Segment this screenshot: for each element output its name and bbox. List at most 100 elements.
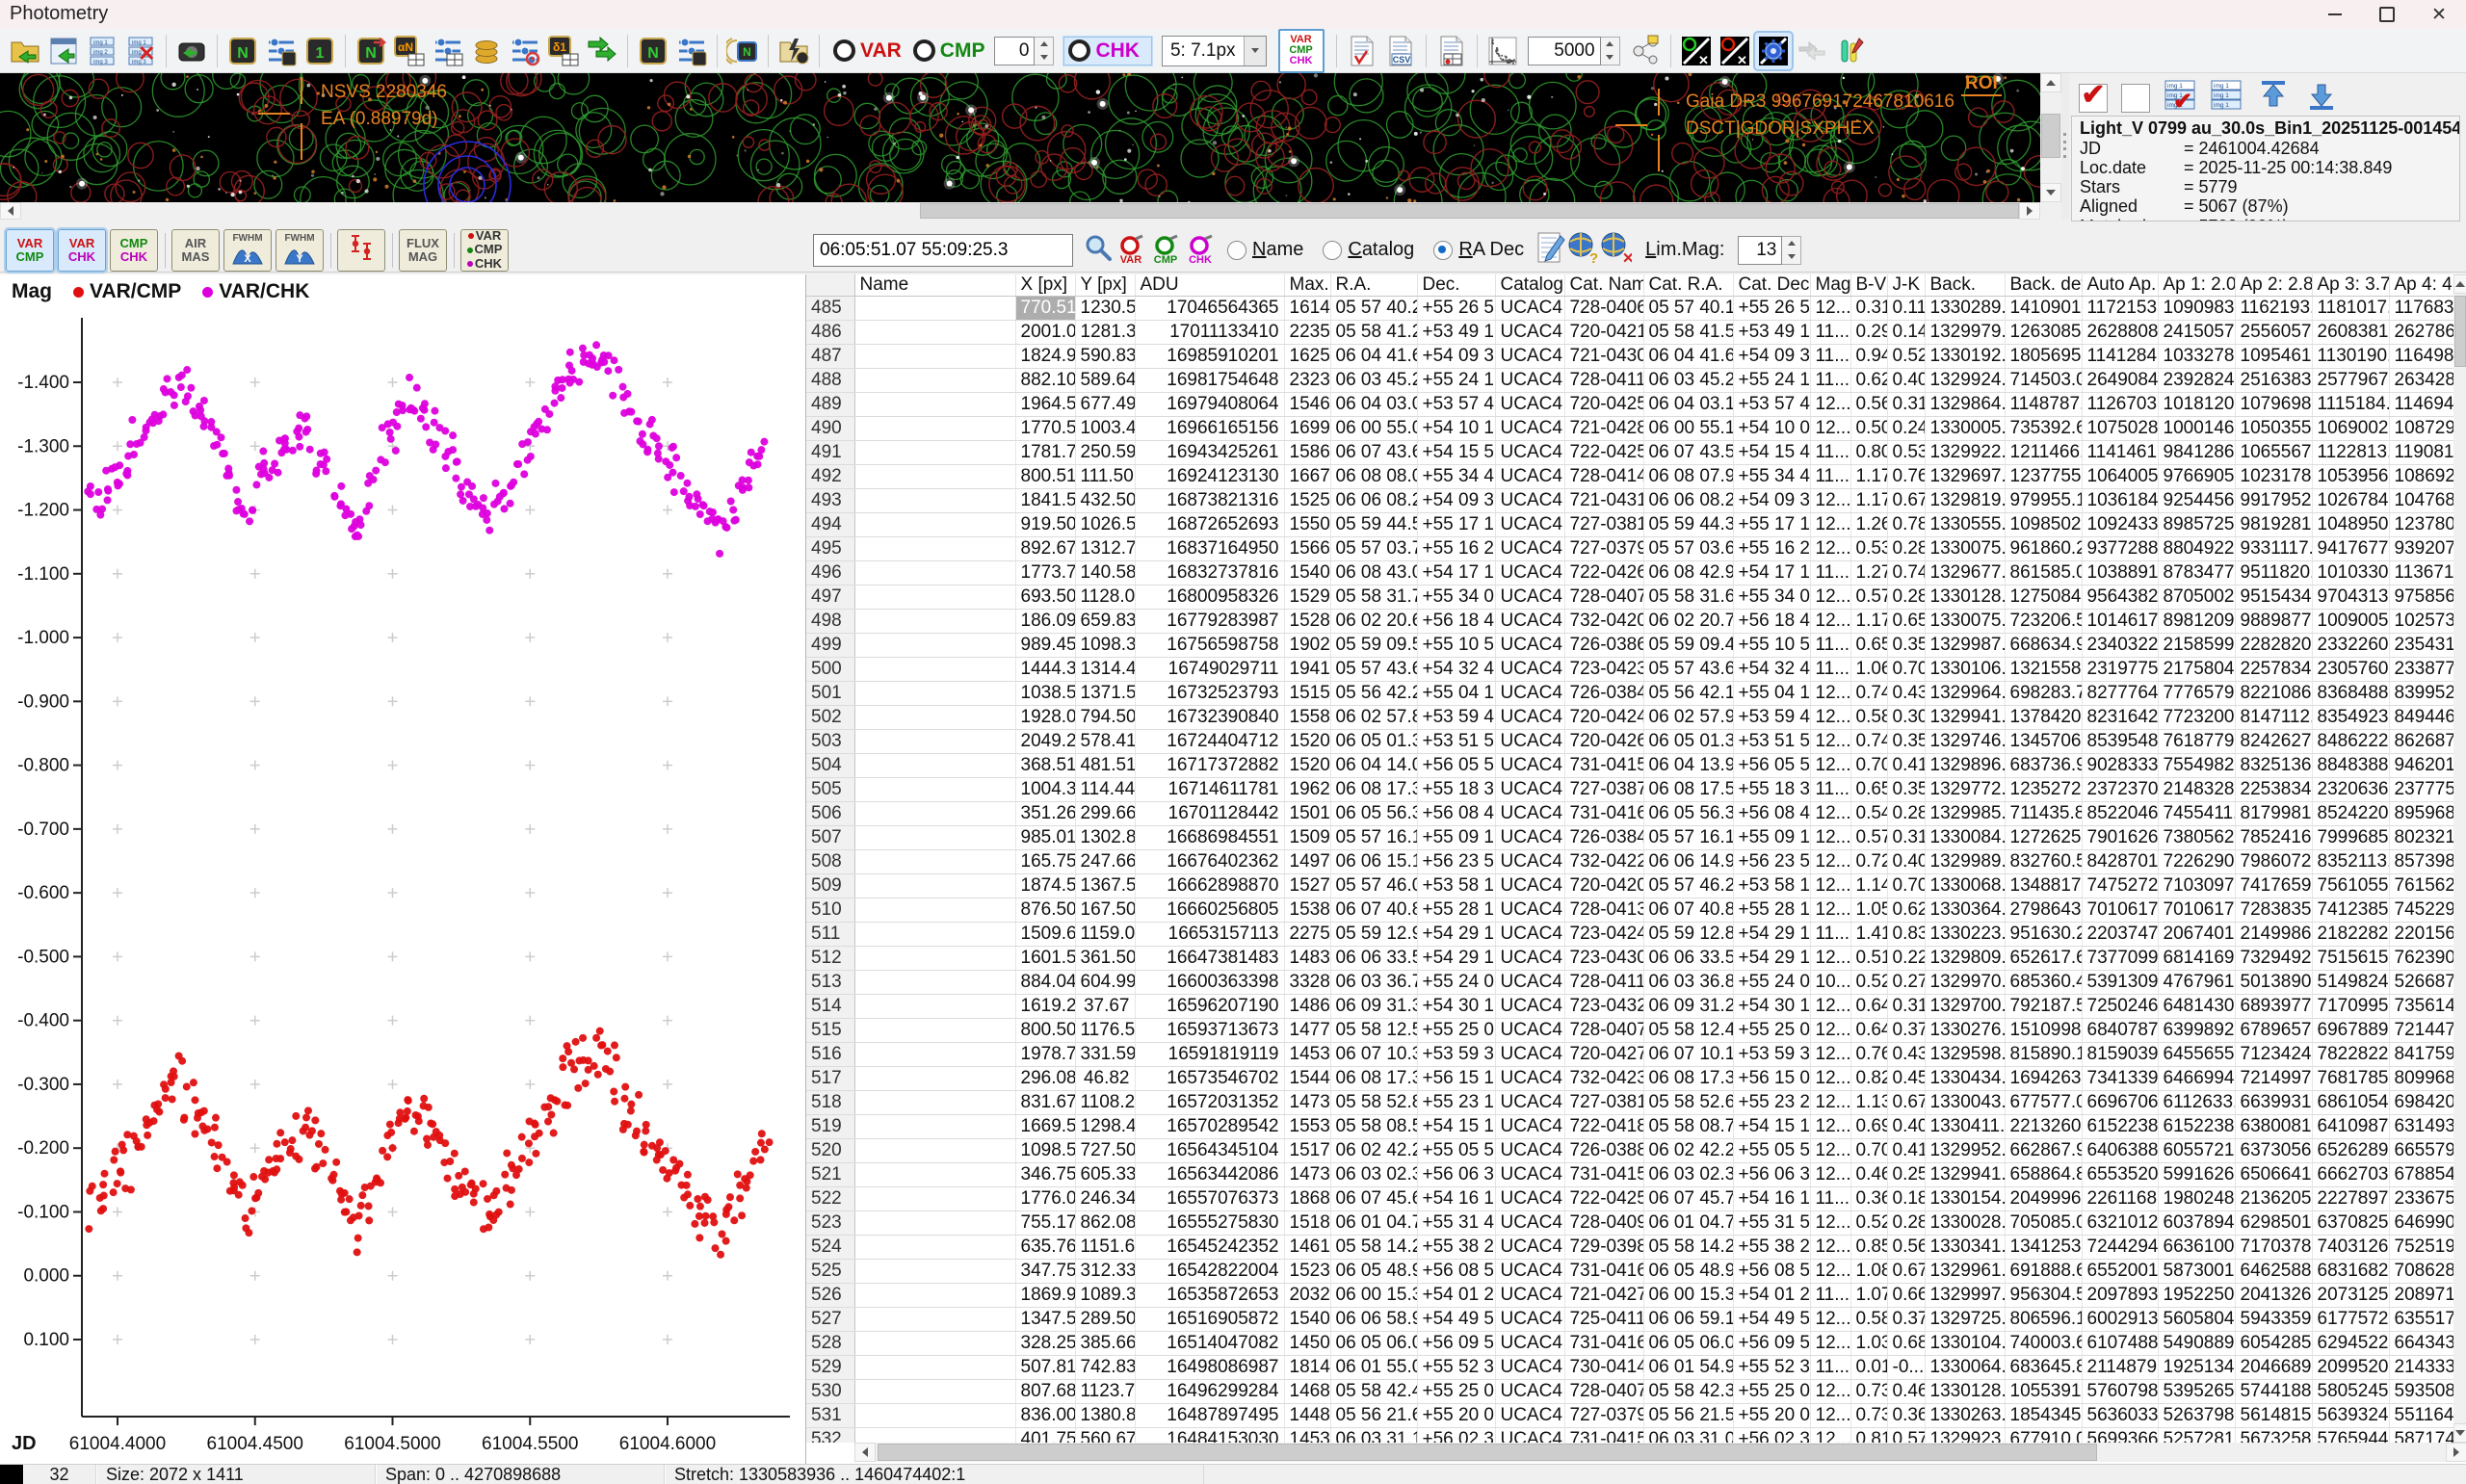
table-cell[interactable]: 7356148...: [2389, 995, 2453, 1019]
move-bottom-icon[interactable]: [2304, 79, 2339, 117]
table-cell[interactable]: 06 01 04.7...: [1643, 1211, 1733, 1236]
table-row[interactable]: 517296.0846.82165735467021544...06 08 17…: [806, 1067, 2453, 1091]
table-cell[interactable]: +53 51 5...: [1417, 730, 1495, 754]
table-cell[interactable]: [854, 1380, 1015, 1404]
table-cell[interactable]: UCAC4: [1495, 1236, 1564, 1260]
table-cell[interactable]: +55 16 2...: [1417, 537, 1495, 561]
table-cell[interactable]: 2175804...: [2158, 658, 2235, 682]
table-cell[interactable]: 727-038782: [1564, 778, 1643, 802]
table-cell[interactable]: 9704313...: [2312, 586, 2389, 610]
table-cell[interactable]: +54 17 1...: [1417, 561, 1495, 586]
table-cell[interactable]: 1018120...: [2158, 393, 2235, 417]
table-cell[interactable]: 723-043211: [1564, 995, 1643, 1019]
table-cell[interactable]: +55 18 3...: [1417, 778, 1495, 802]
table-cell[interactable]: 1123.75: [1075, 1380, 1135, 1404]
table-cell[interactable]: 9462011...: [2389, 754, 2453, 778]
report-csv-button[interactable]: CSV: [1382, 33, 1419, 69]
target-settings-button[interactable]: [507, 33, 543, 69]
table-cell[interactable]: 1329970...: [1925, 971, 2005, 995]
table-cell[interactable]: 1122813...: [2312, 441, 2389, 465]
table-cell[interactable]: +56 15 1...: [1417, 1067, 1495, 1091]
table-cell[interactable]: 7170378...: [2235, 1236, 2312, 1260]
table-cell[interactable]: 06 00 55.0...: [1330, 417, 1417, 441]
table-cell[interactable]: 2041326...: [2235, 1284, 2312, 1308]
table-cell[interactable]: 16662898870: [1135, 874, 1284, 898]
table-cell[interactable]: 0.01: [1850, 1356, 1887, 1380]
table-cell[interactable]: UCAC4: [1495, 995, 1564, 1019]
table-cell[interactable]: +55 04 1...: [1417, 682, 1495, 706]
table-cell[interactable]: 16647381483: [1135, 947, 1284, 971]
table-cell[interactable]: 1329952...: [1925, 1139, 2005, 1163]
table-cell[interactable]: 1329987...: [1925, 634, 2005, 658]
table-vertical-scrollbar[interactable]: [2453, 274, 2466, 1443]
table-cell[interactable]: 06 07 43.6...: [1330, 441, 1417, 465]
table-cell[interactable]: UCAC4: [1495, 1115, 1564, 1139]
table-cell[interactable]: 12....: [1810, 706, 1850, 730]
table-cell[interactable]: 0.11: [1887, 297, 1925, 321]
table-cell[interactable]: +55 17 1...: [1733, 513, 1810, 537]
table-cell[interactable]: 815890.1...: [2005, 1043, 2082, 1067]
table-cell[interactable]: 1172153...: [2082, 297, 2158, 321]
table-cell[interactable]: 0.40: [1887, 369, 1925, 393]
table-cell[interactable]: 2136205...: [2235, 1187, 2312, 1211]
table-cell[interactable]: 726-038601: [1564, 634, 1643, 658]
table-cell[interactable]: 06 00 15.3...: [1643, 1284, 1733, 1308]
table-cell[interactable]: 722-042641: [1564, 561, 1643, 586]
table-cell[interactable]: 0.70: [1887, 658, 1925, 682]
table-cell[interactable]: +56 08 4...: [1733, 802, 1810, 826]
table-cell[interactable]: +54 10 1...: [1417, 417, 1495, 441]
table-cell[interactable]: 0.50: [1850, 417, 1887, 441]
table-cell[interactable]: 1162193...: [2235, 297, 2312, 321]
table-cell[interactable]: +55 28 1...: [1417, 898, 1495, 923]
table-cell[interactable]: UCAC4: [1495, 1428, 1564, 1444]
table-cell[interactable]: 06 05 48.9...: [1330, 1260, 1417, 1284]
table-cell[interactable]: 0.52: [1850, 1211, 1887, 1236]
table-cell[interactable]: 7123424...: [2235, 1043, 2312, 1067]
table-cell[interactable]: 05 57 16.1...: [1643, 826, 1733, 850]
table-cell[interactable]: 1.17: [1850, 610, 1887, 634]
lim-mag-spinner[interactable]: 13: [1738, 236, 1801, 265]
table-cell[interactable]: 0.64: [1850, 995, 1887, 1019]
table-row[interactable]: 515800.501176.50165937136731477...05 58 …: [806, 1019, 2453, 1043]
table-cell[interactable]: +56 06 3...: [1417, 1163, 1495, 1187]
table-cell[interactable]: +53 58 1...: [1417, 874, 1495, 898]
table-cell[interactable]: 2798643...: [2005, 898, 2082, 923]
table-cell[interactable]: 12....: [1810, 1043, 1850, 1067]
table-cell[interactable]: 1461...: [1284, 1236, 1330, 1260]
table-row[interactable]: 5201098.50727.50165643451041517...06 02 …: [806, 1139, 2453, 1163]
table-cell[interactable]: 1586...: [1284, 441, 1330, 465]
table-cell[interactable]: 1528...: [1284, 610, 1330, 634]
table-cell[interactable]: 05 58 42.4...: [1330, 1380, 1417, 1404]
table-cell[interactable]: 1509...: [1284, 826, 1330, 850]
table-cell[interactable]: 06 04 03.1...: [1643, 393, 1733, 417]
table-cell[interactable]: +56 08 5...: [1733, 1260, 1810, 1284]
table-cell[interactable]: 5257281...: [2158, 1428, 2235, 1444]
table-cell[interactable]: 1868...: [1284, 1187, 1330, 1211]
table-cell[interactable]: +55 25 0...: [1417, 1019, 1495, 1043]
table-cell[interactable]: 0.28: [1887, 537, 1925, 561]
table-cell[interactable]: 1667...: [1284, 465, 1330, 489]
table-cell[interactable]: +55 09 1...: [1733, 826, 1810, 850]
table-cell[interactable]: 0.67: [1887, 1091, 1925, 1115]
table-cell[interactable]: 12....: [1810, 682, 1850, 706]
maximize-button[interactable]: [2362, 0, 2412, 29]
table-cell[interactable]: 2372370...: [2082, 778, 2158, 802]
table-cell[interactable]: 2049996...: [2005, 1187, 2082, 1211]
table-cell[interactable]: 1329961...: [1925, 1260, 2005, 1284]
table-cell[interactable]: UCAC4: [1495, 1019, 1564, 1043]
table-cell[interactable]: +54 32 4...: [1733, 658, 1810, 682]
table-cell[interactable]: 2227897...: [2312, 1187, 2389, 1211]
table-cell[interactable]: 1.14: [1850, 874, 1887, 898]
multi-frame-button[interactable]: N: [724, 33, 761, 69]
table-row[interactable]: 498186.09659.83167792839871528...06 02 2…: [806, 610, 2453, 634]
table-cell[interactable]: 831.67: [1015, 1091, 1075, 1115]
table-cell[interactable]: 732-042047: [1564, 610, 1643, 634]
table-cell[interactable]: 1.03: [1850, 1332, 1887, 1356]
table-cell[interactable]: [854, 1091, 1015, 1115]
table-cell[interactable]: 7901626...: [2082, 826, 2158, 850]
table-cell[interactable]: +54 29 1...: [1733, 923, 1810, 947]
table-cell[interactable]: 1329922...: [1925, 441, 2005, 465]
table-cell[interactable]: 677910.0...: [2005, 1428, 2082, 1444]
table-cell[interactable]: 06 06 33.5...: [1330, 947, 1417, 971]
match-settings-button[interactable]: [430, 33, 466, 69]
